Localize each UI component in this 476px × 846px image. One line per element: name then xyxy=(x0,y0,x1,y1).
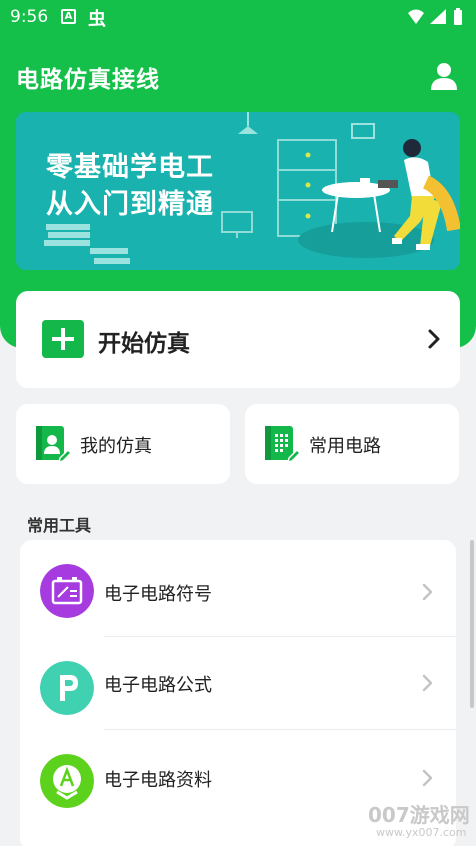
status-bar: 9:56 A 虫 xyxy=(0,0,476,34)
tool-label: 电子电路公式 xyxy=(104,675,212,696)
chevron-right-icon xyxy=(422,583,433,601)
wifi-icon xyxy=(408,9,424,24)
start-simulation-card[interactable]: 开始仿真 xyxy=(16,291,460,388)
scrollbar[interactable] xyxy=(470,540,474,708)
tool-label: 电子电路资料 xyxy=(104,770,212,791)
tool-label: 电子电路符号 xyxy=(104,584,212,605)
chevron-right-icon xyxy=(422,769,433,787)
battery-symbol-icon xyxy=(40,564,94,618)
promo-banner[interactable]: 零基础学电工 从入门到精通 xyxy=(16,112,460,270)
my-simulation-card[interactable]: 我的仿真 xyxy=(16,404,230,484)
banner-subheadline: 从入门到精通 xyxy=(46,189,214,220)
status-time: 9:56 xyxy=(10,7,49,27)
letter-p-icon xyxy=(40,661,94,715)
notification-a-icon: A xyxy=(61,9,76,24)
tools-section-title: 常用工具 xyxy=(27,516,92,535)
app-title: 电路仿真接线 xyxy=(16,67,160,93)
watermark-url: www.yx007.com xyxy=(376,826,467,839)
letter-a-icon xyxy=(40,754,94,808)
notification-bug-icon: 虫 xyxy=(88,9,106,30)
plus-icon xyxy=(42,320,84,358)
common-circuits-card[interactable]: 常用电路 xyxy=(245,404,459,484)
watermark-brand: 007游戏网 xyxy=(368,803,470,827)
chevron-right-icon xyxy=(428,329,440,349)
circuit-document-icon xyxy=(265,426,301,464)
my-simulation-label: 我的仿真 xyxy=(80,436,152,457)
start-simulation-label: 开始仿真 xyxy=(98,331,190,357)
banner-headline: 零基础学电工 xyxy=(46,152,214,183)
list-item-circuit-formulas[interactable]: 电子电路公式 xyxy=(20,637,456,727)
signal-icon xyxy=(430,9,446,24)
chevron-right-icon xyxy=(422,674,433,692)
user-profile-icon[interactable] xyxy=(428,60,460,92)
list-item-circuit-symbols[interactable]: 电子电路符号 xyxy=(20,540,456,630)
battery-icon xyxy=(454,10,462,25)
user-document-icon xyxy=(36,426,72,464)
status-indicators xyxy=(408,8,462,25)
common-circuits-label: 常用电路 xyxy=(309,436,381,457)
